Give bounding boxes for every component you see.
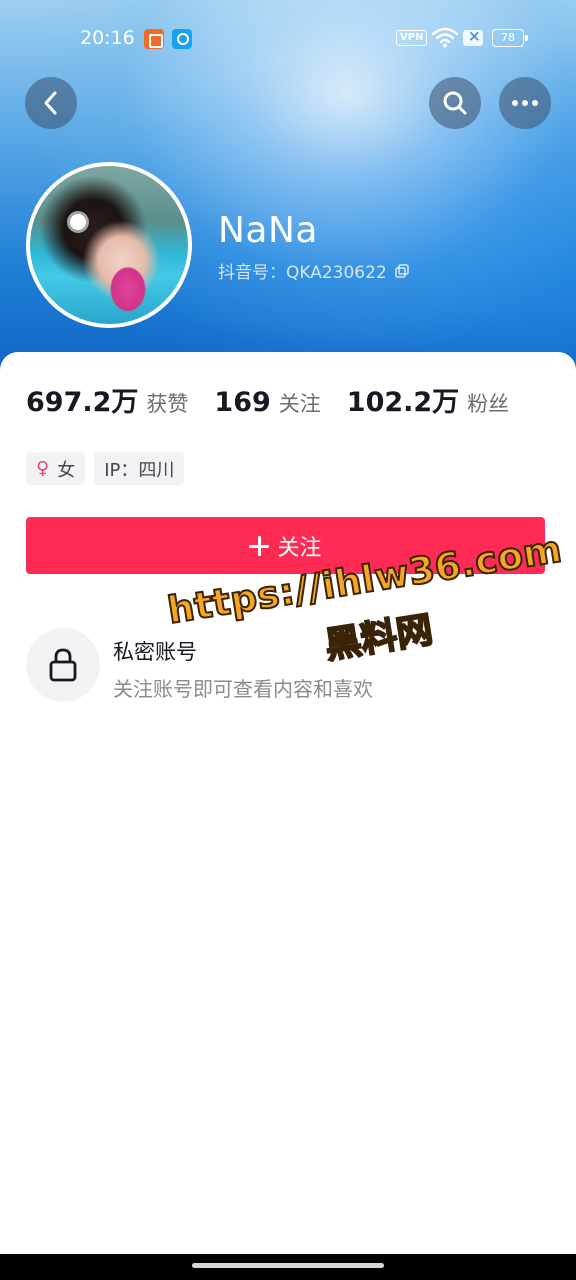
stat-followers[interactable]: 102.2万 粉丝 bbox=[347, 380, 509, 419]
ip-tag: IP：四川 bbox=[94, 452, 185, 485]
follow-button[interactable]: 关注 bbox=[26, 517, 545, 574]
private-account-description: 关注账号即可查看内容和喜欢 bbox=[113, 677, 373, 701]
stat-value: 102.2万 bbox=[346, 387, 460, 418]
profile-name: NaNa bbox=[218, 210, 318, 251]
profile-screen: 20:16 VPN 78 NaNa bbox=[0, 0, 576, 1280]
back-button[interactable] bbox=[25, 77, 77, 129]
ellipsis-icon bbox=[512, 100, 538, 106]
vpn-badge: VPN bbox=[396, 30, 428, 46]
sim-off-icon bbox=[463, 27, 483, 46]
private-account-notice: 私密账号 关注账号即可查看内容和喜欢 bbox=[26, 628, 546, 704]
female-icon: ♀ bbox=[36, 458, 50, 479]
ip-label: IP：四川 bbox=[104, 459, 175, 481]
battery-icon: 78 bbox=[492, 29, 528, 47]
plus-icon bbox=[249, 535, 270, 556]
stat-label: 粉丝 bbox=[467, 392, 510, 416]
profile-card bbox=[0, 352, 576, 1280]
stat-following[interactable]: 169 关注 bbox=[214, 387, 320, 418]
status-bar: 20:16 VPN 78 bbox=[0, 20, 576, 56]
copy-icon[interactable] bbox=[395, 263, 409, 278]
lock-icon bbox=[49, 648, 77, 682]
lock-badge bbox=[26, 628, 100, 702]
search-app-notification-icon bbox=[172, 29, 192, 49]
search-button[interactable] bbox=[429, 77, 481, 129]
stat-value: 697.2万 bbox=[26, 387, 139, 418]
douyin-id: 抖音号：QKA230622 bbox=[218, 263, 387, 283]
home-indicator[interactable] bbox=[192, 1263, 384, 1268]
private-account-title: 私密账号 bbox=[113, 640, 197, 664]
flower-decoration bbox=[70, 214, 86, 230]
douyin-id-row[interactable]: 抖音号：QKA230622 bbox=[218, 258, 409, 283]
avatar[interactable] bbox=[26, 162, 192, 328]
follow-label: 关注 bbox=[277, 535, 322, 561]
profile-tags: ♀ 女 IP：四川 bbox=[26, 452, 185, 485]
stat-label: 关注 bbox=[278, 392, 321, 416]
status-time: 20:16 bbox=[80, 27, 135, 49]
gender-tag: ♀ 女 bbox=[26, 452, 86, 485]
app-notification-icon bbox=[144, 29, 164, 49]
gender-label: 女 bbox=[57, 459, 76, 481]
stat-label: 获赞 bbox=[146, 392, 189, 416]
wifi-icon bbox=[432, 27, 458, 48]
stat-likes[interactable]: 697.2万 获赞 bbox=[26, 380, 188, 419]
search-icon bbox=[443, 91, 467, 115]
chevron-left-icon bbox=[44, 91, 57, 115]
stats-row: 697.2万 获赞 169 关注 102.2万 粉丝 bbox=[26, 380, 535, 419]
more-button[interactable] bbox=[499, 77, 551, 129]
stat-value: 169 bbox=[214, 387, 271, 418]
